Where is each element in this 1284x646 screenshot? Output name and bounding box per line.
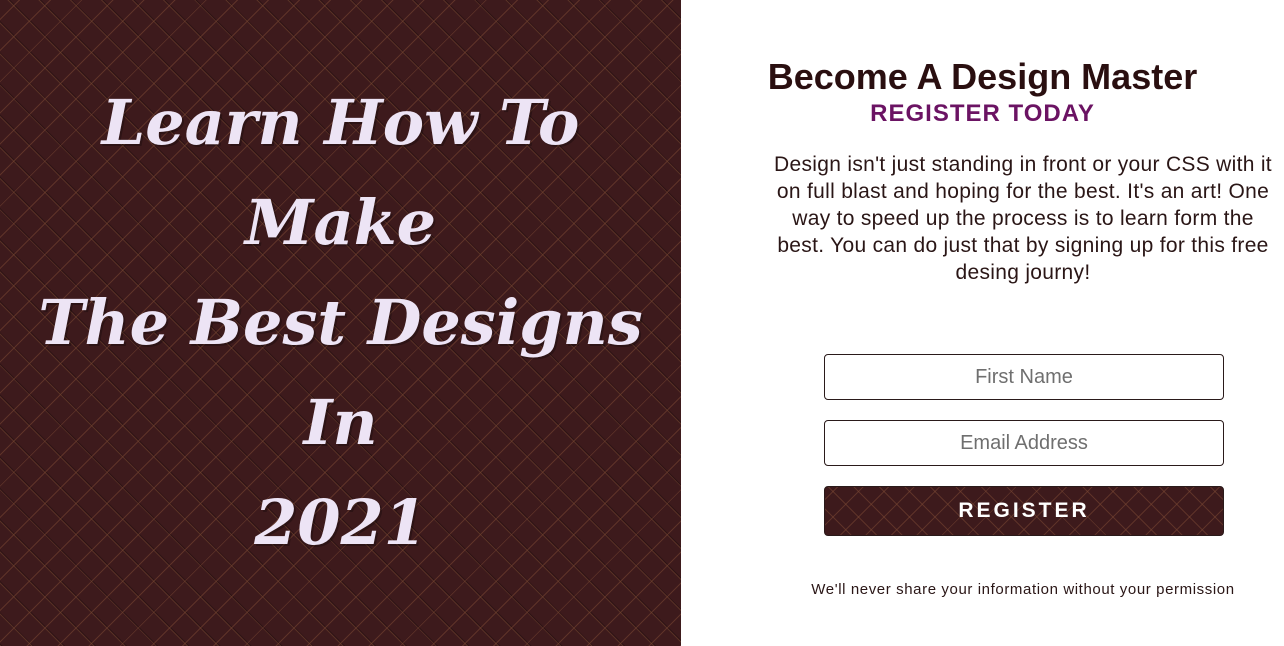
hero-title-line-1: Learn How To Make <box>101 86 580 259</box>
first-name-input[interactable] <box>824 354 1224 400</box>
hero-banner: Learn How To Make The Best Designs In 2021 <box>0 0 681 646</box>
register-button[interactable]: REGISTER <box>824 486 1224 536</box>
privacy-disclaimer: We'll never share your information witho… <box>811 581 1235 598</box>
hero-title-line-2: The Best Designs In <box>38 286 643 459</box>
email-address-input[interactable] <box>824 420 1224 466</box>
form-description: Design isn't just standing in front or y… <box>774 153 1272 284</box>
page: Learn How To Make The Best Designs In 2021… <box>0 0 1284 646</box>
form-subtitle: REGISTER TODAY <box>870 100 1095 127</box>
registration-panel: Become A Design Master REGISTER TODAY De… <box>681 0 1284 646</box>
hero-title: Learn How To Make The Best Designs In 2021 <box>0 73 681 573</box>
form-title: Become A Design Master <box>767 56 1198 97</box>
hero-title-line-3: 2021 <box>254 486 427 559</box>
